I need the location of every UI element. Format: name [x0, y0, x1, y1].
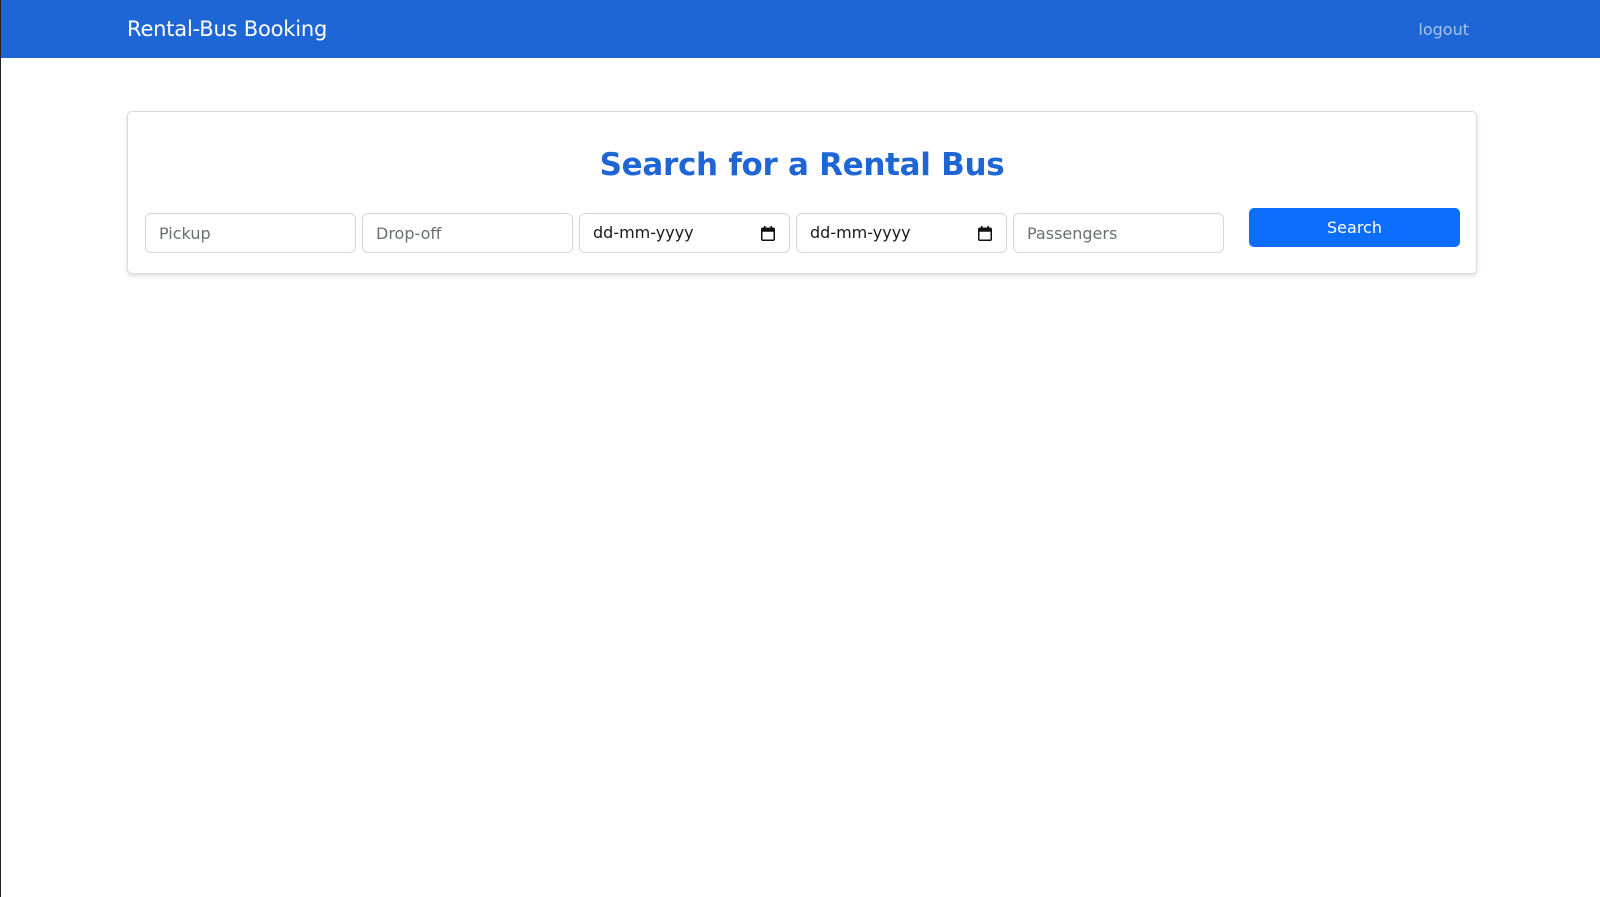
logout-link[interactable]: logout [1418, 19, 1469, 41]
pickup-field[interactable] [145, 213, 356, 253]
start-date-input[interactable]: dd-mm-yyyy [579, 213, 790, 253]
calendar-icon[interactable] [761, 226, 775, 241]
dropoff-field[interactable] [362, 213, 573, 253]
end-date-text: dd-mm-yyyy [810, 223, 911, 242]
brand-title[interactable]: Rental-Bus Booking [127, 16, 327, 42]
passengers-input[interactable] [1027, 214, 1210, 252]
passengers-field[interactable] [1013, 213, 1224, 253]
search-button[interactable]: Search [1249, 208, 1460, 247]
top-navbar: Rental-Bus Booking logout [1, 0, 1600, 58]
dropoff-input[interactable] [376, 214, 559, 252]
pickup-input[interactable] [159, 214, 342, 252]
page: Rental-Bus Booking logout Search for a R… [0, 0, 1600, 897]
search-card: Search for a Rental Bus dd-mm-yyyy dd-mm… [127, 111, 1477, 274]
calendar-icon[interactable] [978, 226, 992, 241]
start-date-text: dd-mm-yyyy [593, 223, 694, 242]
end-date-input[interactable]: dd-mm-yyyy [796, 213, 1007, 253]
page-title: Search for a Rental Bus [599, 147, 1005, 183]
